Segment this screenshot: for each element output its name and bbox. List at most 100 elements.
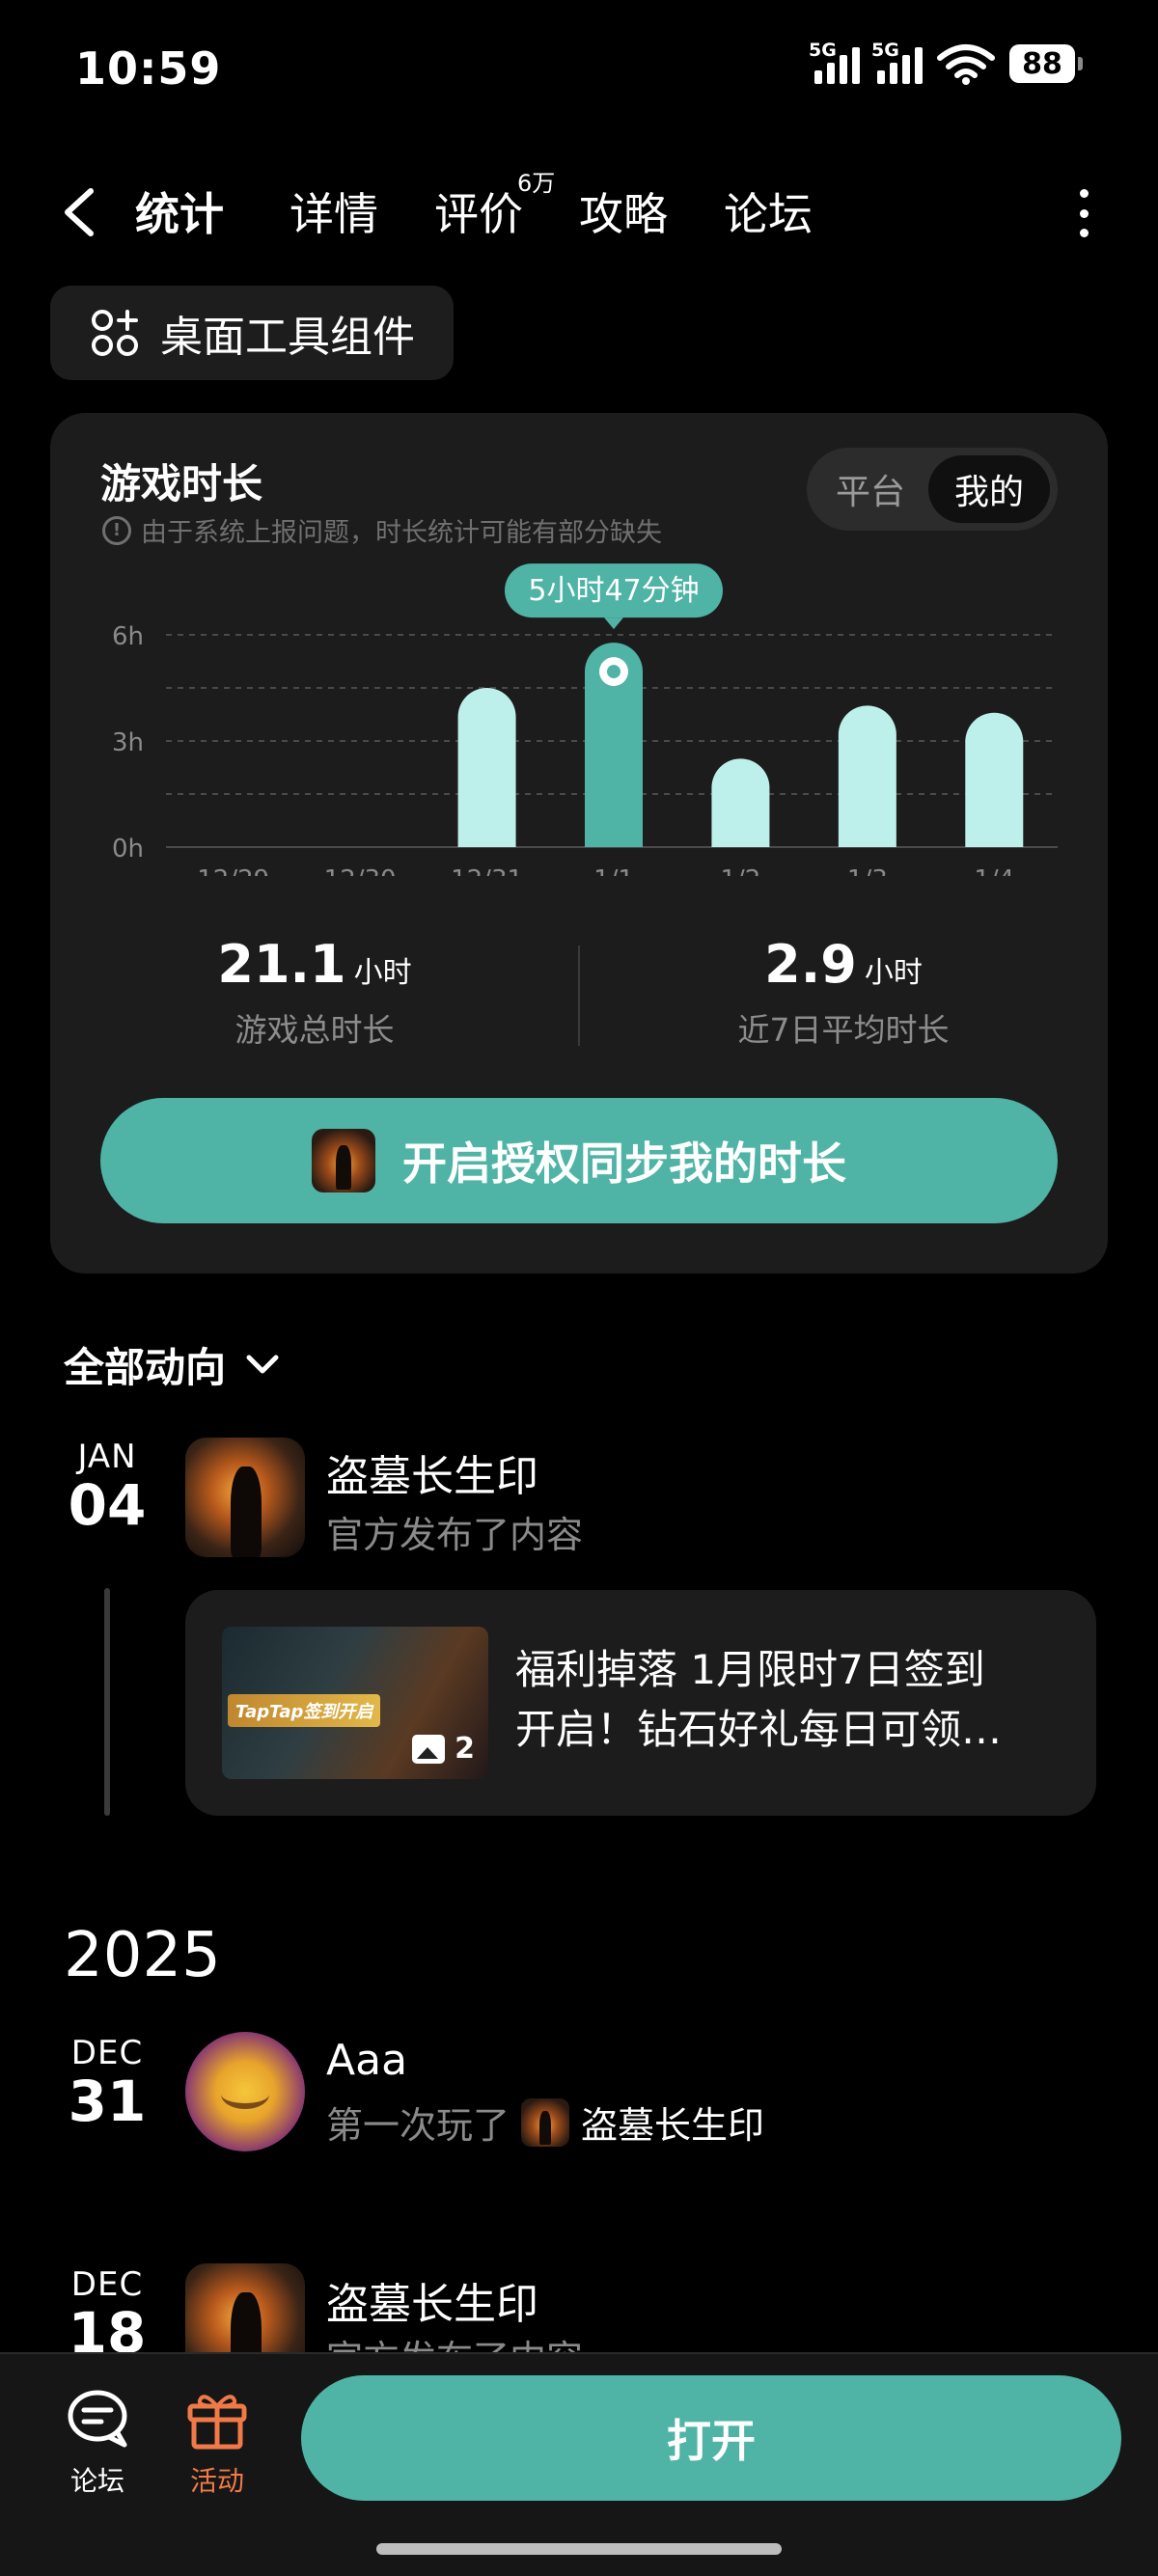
feed-filter-label: 全部动向 [64,1344,227,1391]
tab-reviews[interactable]: 评价 [434,179,523,243]
widget-grid-icon [92,310,138,356]
y-tick-label: 6h [112,622,144,651]
average-label: 近7日平均时长 [737,1011,950,1049]
feed-date-day: 31 [68,2069,147,2134]
feed-filter-dropdown[interactable]: 全部动向 [64,1335,282,1394]
info-icon: ! [102,515,131,545]
feed-date-month: DEC [70,2265,144,2304]
chevron-down-icon [246,1355,279,1373]
average-value: 2.9 [764,934,857,995]
post-title: 福利掉落 1月限时7日签到 开启！钻石好礼每日可领… [515,1640,1056,1760]
game-avatar[interactable] [185,1438,305,1557]
user-avatar[interactable] [185,2032,305,2151]
card-title: 游戏时长 [100,460,263,507]
tooltip-pointer [604,617,623,630]
x-tick-label: 12/30 [324,865,397,876]
feed-date: JAN 04 [54,1438,160,1534]
signal-label: 5G [871,40,899,61]
card-note: ! 由于系统上报问题，时长统计可能有部分缺失 [102,511,662,549]
battery-icon: 88 [1009,44,1083,83]
toggle-mine[interactable]: 我的 [928,455,1050,523]
post-image: TapTap签到开启 2 [222,1627,488,1779]
tab-guides[interactable]: 攻略 [579,179,668,243]
tab-stats[interactable]: 统计 [135,179,224,243]
open-game-button[interactable]: 打开 [301,2375,1121,2501]
image-icon [412,1734,446,1764]
status-icons: 5G 5G 88 [809,40,1083,85]
x-tick-label: 1/3 [847,865,888,876]
signal-label: 5G [809,40,837,61]
average-unit: 小时 [864,956,923,990]
feed-item-subtitle-text: 第一次玩了 [326,2104,510,2147]
event-nav-label: 活动 [189,2465,244,2497]
total-unit: 小时 [353,956,412,990]
toggle-platform[interactable]: 平台 [816,455,924,523]
gift-icon [187,2395,247,2450]
home-indicator[interactable] [376,2543,782,2555]
y-tick-label: 3h [112,728,144,757]
x-tick-label: 12/29 [197,865,269,876]
total-playtime: 21.1 小时 游戏总时长 [50,934,579,1051]
average-playtime: 2.9 小时 近7日平均时长 [579,934,1108,1051]
status-bar: 10:59 5G 5G 88 [0,0,1158,135]
sync-button-label: 开启授权同步我的时长 [402,1137,846,1190]
post-card[interactable]: TapTap签到开启 2 福利掉落 1月限时7日签到 开启！钻石好礼每日可领… [185,1590,1096,1816]
source-toggle: 平台 我的 [807,448,1058,531]
widget-chip-label: 桌面工具组件 [160,313,415,362]
image-count-value: 2 [455,1732,475,1766]
game-icon [312,1129,375,1192]
cellular-signal-icon: 5G [809,40,860,84]
forum-chat-icon [68,2390,127,2448]
y-tick-label: 0h [112,835,144,863]
x-tick-label: 1/1 [593,865,634,876]
cellular-signal-icon: 5G [871,40,923,84]
sync-playtime-button[interactable]: 开启授权同步我的时长 [100,1098,1058,1223]
summary-row: 21.1 小时 游戏总时长 2.9 小时 近7日平均时长 [50,934,1108,1050]
chart-svg: 0h 3h 6h 12/29 12/30 12/31 5小时47分钟 1/1 1/2 1/3 1/4 [112,563,1058,876]
feed-item-subtitle: 官方发布了内容 [326,1505,583,1558]
chart-bar [457,688,516,847]
x-tick-label: 12/31 [451,865,523,876]
chart-bar [711,758,770,847]
tab-forum[interactable]: 论坛 [724,179,813,243]
feed-item-subtitle-text: 官方发布了内容 [326,1514,584,1556]
feed-item-game[interactable]: 盗墓长生印 [581,2096,764,2149]
feed-date: DEC 31 [54,2034,160,2130]
image-count: 2 [412,1732,475,1766]
game-icon [521,2097,570,2147]
post-title-line1: 福利掉落 1月限时7日签到 [515,1646,985,1693]
feed-date: DEC 18 [54,2265,160,2362]
feed-item-subtitle: 第一次玩了 盗墓长生印 [326,2096,764,2149]
timeline-line [104,1588,110,1816]
back-arrow-icon[interactable] [54,183,108,241]
chart-bar [838,705,896,847]
status-time: 10:59 [75,42,222,95]
bottom-action-bar: 论坛 活动 打开 [0,2352,1158,2576]
post-title-line2: 开启！钻石好礼每日可领… [515,1706,1003,1753]
year-label: 2025 [64,1920,221,1991]
feed-date-day: 04 [68,1472,147,1538]
desktop-widget-button[interactable]: 桌面工具组件 [50,286,454,380]
feed-date-month: JAN [77,1438,137,1476]
tooltip-label: 5小时47分钟 [528,574,699,608]
x-tick-label: 1/4 [974,865,1014,876]
feed-item-name[interactable]: Aaa [326,2036,407,2085]
card-note-text: 由于系统上报问题，时长统计可能有部分缺失 [141,518,662,548]
bar-marker-dot [607,665,620,679]
tab-details[interactable]: 详情 [290,179,378,243]
total-label: 游戏总时长 [234,1011,395,1049]
chart-bar [965,712,1024,847]
playtime-stats-card: 游戏时长 ! 由于系统上报问题，时长统计可能有部分缺失 平台 我的 0h 3h 6h… [50,413,1108,1274]
x-tick-label: 1/2 [721,865,761,876]
playtime-chart: 0h 3h 6h 12/29 12/30 12/31 5小时47分钟 1/1 1/2 1/3 1/4 [50,558,1108,876]
forum-nav-label: 论坛 [69,2465,124,2497]
forum-nav-button[interactable]: 论坛 [54,2387,141,2499]
total-value: 21.1 [217,934,346,995]
wifi-icon [937,44,995,85]
event-nav-button[interactable]: 活动 [174,2387,261,2499]
more-options-icon[interactable] [1077,189,1090,237]
top-nav: 统计 详情 评价 6万 攻略 论坛 [0,170,1158,251]
reviews-count-badge: 6万 [517,170,556,197]
feed-item-name[interactable]: 盗墓长生印 [326,2269,538,2331]
feed-item-name[interactable]: 盗墓长生印 [326,1441,538,1503]
